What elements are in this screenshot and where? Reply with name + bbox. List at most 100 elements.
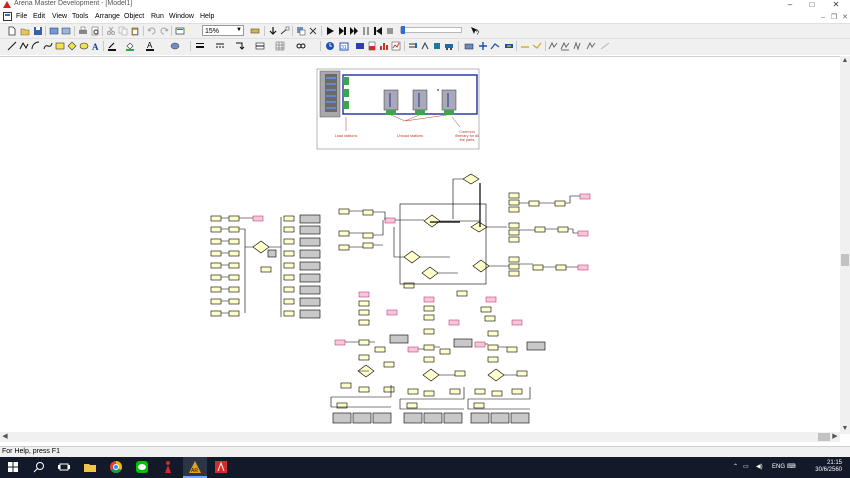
submodel-down-icon[interactable]	[268, 26, 278, 36]
copy-icon[interactable]	[118, 26, 128, 36]
search-icon[interactable]	[32, 460, 46, 474]
mdi-close-button[interactable]: ✕	[840, 13, 850, 22]
polygon-tool-icon[interactable]	[67, 41, 77, 51]
task-view-icon[interactable]	[57, 460, 71, 474]
polyline-tool-icon[interactable]	[19, 41, 29, 51]
text-color-icon[interactable]: A	[145, 41, 155, 51]
arrow-style-icon[interactable]	[235, 41, 245, 51]
fill-pattern-icon[interactable]	[255, 41, 265, 51]
undo-icon[interactable]	[147, 26, 157, 36]
fill-color-icon[interactable]	[125, 41, 135, 51]
windows-start-icon[interactable]	[6, 460, 20, 474]
grid-icon[interactable]	[275, 41, 285, 51]
zoom-combo[interactable]: 15% ▼	[202, 25, 244, 36]
distance-icon[interactable]	[520, 41, 530, 51]
text-tool-icon[interactable]: A	[91, 41, 101, 51]
close-button[interactable]: ✕	[826, 0, 846, 10]
template-detach-icon[interactable]	[61, 26, 71, 36]
arena-taskbar-button[interactable]: AR	[183, 457, 207, 478]
scroll-down-icon[interactable]: ▼	[840, 424, 850, 434]
bezier-tool-icon[interactable]	[43, 41, 53, 51]
print-icon[interactable]	[78, 26, 88, 36]
app-red-figure-icon[interactable]	[161, 460, 175, 474]
intersection-icon[interactable]	[478, 41, 488, 51]
pause-icon[interactable]	[361, 26, 371, 36]
file-explorer-icon[interactable]	[83, 460, 97, 474]
queue-icon[interactable]	[408, 41, 418, 51]
line-app-icon[interactable]	[135, 460, 149, 474]
line-style-icon[interactable]	[215, 41, 225, 51]
animated-network-link-icon[interactable]	[586, 41, 596, 51]
save-icon[interactable]	[33, 26, 43, 36]
mdi-restore-button[interactable]: ❐	[829, 13, 839, 22]
vertical-scroll-thumb[interactable]	[841, 254, 849, 266]
scroll-left-icon[interactable]: ◀	[0, 432, 10, 442]
line-color-icon[interactable]	[107, 41, 117, 51]
plot-icon[interactable]	[391, 41, 401, 51]
maximize-button[interactable]: □	[802, 0, 822, 10]
language-indicator[interactable]: ENG	[772, 464, 785, 470]
date-icon[interactable]: 31	[339, 41, 349, 51]
new-file-icon[interactable]	[7, 26, 17, 36]
menu-file[interactable]: File	[16, 13, 27, 20]
keyboard-icon[interactable]: ⌨	[787, 463, 796, 470]
network-icon[interactable]	[532, 41, 542, 51]
model-canvas[interactable]: Load stations Unload stations Common iti…	[0, 56, 840, 433]
layers-icon[interactable]	[250, 26, 260, 36]
menu-arrange[interactable]: Arrange	[95, 13, 120, 20]
vertical-scrollbar[interactable]: ▲ ▼	[840, 56, 850, 434]
station-icon[interactable]	[464, 41, 474, 51]
level-icon[interactable]	[367, 41, 377, 51]
scroll-up-icon[interactable]: ▲	[840, 56, 850, 66]
print-preview-icon[interactable]	[90, 26, 100, 36]
scroll-right-icon[interactable]: ▶	[830, 432, 840, 442]
run-step-icon[interactable]	[337, 26, 347, 36]
variable-icon[interactable]	[355, 41, 365, 51]
menu-object[interactable]: Object	[124, 13, 144, 20]
menu-run[interactable]: Run	[151, 13, 164, 20]
menu-help[interactable]: Help	[200, 13, 214, 20]
tray-chevron-up-icon[interactable]: ⌃	[733, 463, 738, 470]
glasses-icon[interactable]	[296, 41, 306, 51]
global-icon[interactable]	[432, 41, 442, 51]
storage-icon[interactable]	[560, 41, 570, 51]
arc-tool-icon[interactable]	[31, 41, 41, 51]
horizontal-scrollbar[interactable]: ◀ ▶	[0, 432, 840, 442]
template-attach-icon[interactable]	[49, 26, 59, 36]
context-help-icon[interactable]: ?	[470, 26, 480, 36]
clock-icon[interactable]	[325, 41, 335, 51]
seize-area-icon[interactable]	[572, 41, 582, 51]
resource-icon[interactable]	[420, 41, 430, 51]
end-run-icon[interactable]	[385, 26, 395, 36]
animate-connectors-icon[interactable]	[296, 26, 306, 36]
document-icon[interactable]	[3, 12, 12, 21]
menu-edit[interactable]: Edit	[33, 13, 45, 20]
segment-icon[interactable]	[504, 41, 514, 51]
ellipse-tool-icon[interactable]	[79, 41, 89, 51]
network-icon[interactable]: ▭	[743, 463, 749, 470]
box-tool-icon[interactable]	[55, 41, 65, 51]
menu-view[interactable]: View	[52, 13, 67, 20]
open-folder-icon[interactable]	[20, 26, 30, 36]
line-tool-icon[interactable]	[7, 41, 17, 51]
run-go-icon[interactable]	[325, 26, 335, 36]
menu-tools[interactable]: Tools	[72, 13, 88, 20]
redo-icon[interactable]	[159, 26, 169, 36]
promote-path-icon[interactable]	[600, 41, 610, 51]
background-color-icon[interactable]	[170, 41, 180, 51]
start-over-icon[interactable]	[373, 26, 383, 36]
view-all-icon[interactable]	[175, 26, 185, 36]
minimize-button[interactable]: –	[780, 0, 800, 10]
cut-icon[interactable]	[106, 26, 116, 36]
transporter-icon[interactable]	[444, 41, 454, 51]
connect-icon[interactable]	[280, 26, 290, 36]
chrome-icon[interactable]	[109, 460, 123, 474]
volume-icon[interactable]: ◀)	[756, 463, 763, 470]
line-width-icon[interactable]	[195, 41, 205, 51]
parking-area-icon[interactable]	[548, 41, 558, 51]
slider-thumb[interactable]	[401, 26, 405, 34]
chevron-down-icon[interactable]: ▼	[235, 26, 243, 35]
histogram-icon[interactable]	[379, 41, 389, 51]
paste-icon[interactable]	[130, 26, 140, 36]
fast-forward-icon[interactable]	[349, 26, 359, 36]
